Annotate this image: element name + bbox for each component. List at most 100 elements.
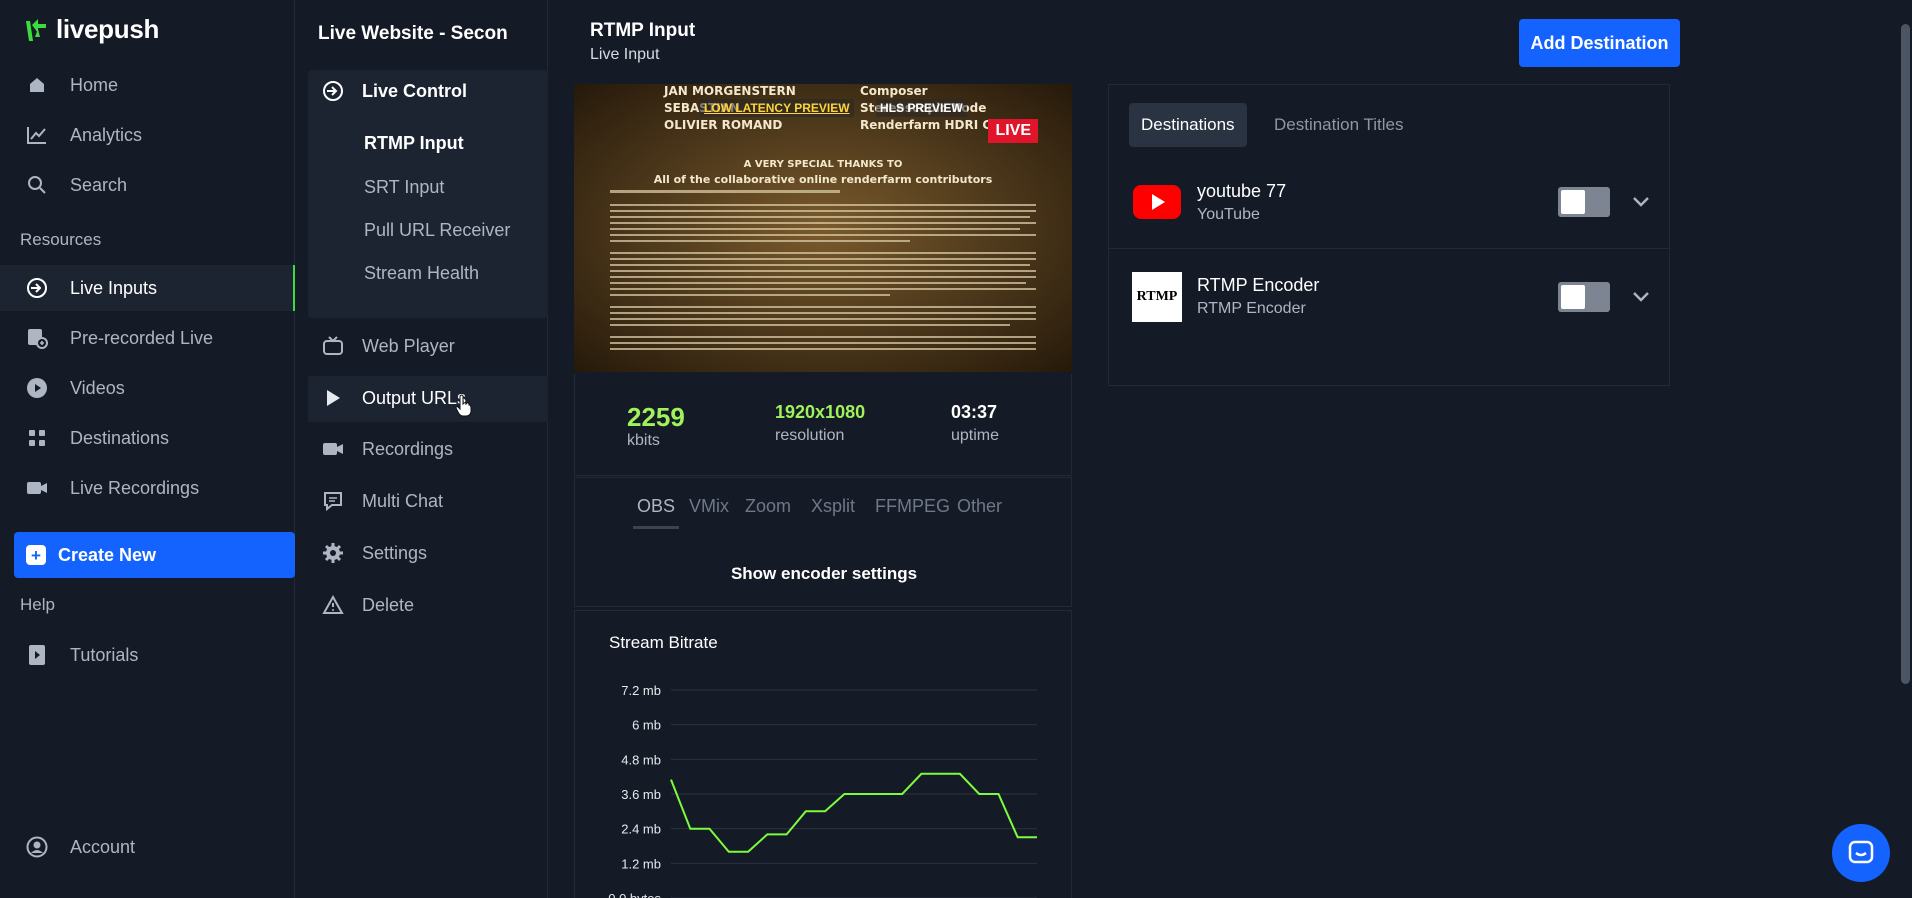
chat-icon xyxy=(322,490,344,512)
subnav-item-settings[interactable]: Settings xyxy=(322,542,427,564)
subnav-item-label: Multi Chat xyxy=(362,490,444,511)
video-preview[interactable]: JAN MORGENSTERN SEBASTIAN OLIVIER ROMAND… xyxy=(574,84,1072,372)
destination-row[interactable]: youtube 77 YouTube xyxy=(1109,155,1669,249)
thanks-subheading: All of the collaborative online renderfa… xyxy=(653,173,993,186)
live-input-icon xyxy=(26,277,48,299)
sidebar-item-pre-recorded-live[interactable]: Pre-recorded Live xyxy=(0,315,295,361)
encoder-tab-zoom[interactable]: Zoom xyxy=(745,496,791,517)
destination-toggle[interactable] xyxy=(1558,282,1610,312)
tab-destinations[interactable]: Destinations xyxy=(1129,103,1247,147)
sidebar-item-label: Home xyxy=(70,74,119,95)
tab-destination-titles[interactable]: Destination Titles xyxy=(1262,103,1415,147)
sidebar-item-videos[interactable]: Videos xyxy=(0,365,295,411)
subnav-item-multi-chat[interactable]: Multi Chat xyxy=(322,490,443,512)
subnav-item-delete[interactable]: Delete xyxy=(322,594,414,616)
encoder-tab-vmix[interactable]: VMix xyxy=(689,496,729,517)
contributor-text-texture xyxy=(610,190,1036,350)
resolution-label: resolution xyxy=(775,427,845,444)
sidebar-item-live-recordings[interactable]: Live Recordings xyxy=(0,465,295,511)
input-name-title: Live Website - Second xyxy=(318,23,508,44)
subnav-item-output-urls[interactable]: Output URLs xyxy=(322,387,466,409)
app-root: livepush Home Analytics Search Resources xyxy=(0,0,1912,898)
recordings-icon xyxy=(322,438,344,460)
brand-logo[interactable]: livepush xyxy=(24,14,159,45)
resources-heading: Resources xyxy=(20,230,102,249)
live-control-header[interactable]: Live Control xyxy=(322,80,467,102)
encoder-tab-xsplit[interactable]: Xsplit xyxy=(811,496,855,517)
subnav-item-stream-health[interactable]: Stream Health xyxy=(364,263,479,284)
create-new-label: Create New xyxy=(58,544,157,565)
sidebar-item-account[interactable]: Account xyxy=(0,824,295,870)
subnav-item-pull-url-receiver[interactable]: Pull URL Receiver xyxy=(364,220,510,241)
destinations-panel: Destinations Destination Titles youtube … xyxy=(1108,84,1670,386)
credit-name: OLIVIER ROMAND xyxy=(664,118,783,132)
y-tick-label: 4.8 mb xyxy=(621,752,661,767)
thanks-heading: A VERY SPECIAL THANKS TO xyxy=(743,159,903,170)
uptime-label: uptime xyxy=(951,427,1000,444)
encoder-tab-obs[interactable]: OBS xyxy=(637,496,675,517)
sidebar-item-label: Live Inputs xyxy=(70,277,158,298)
resolution-value: 1920x1080 xyxy=(775,402,866,422)
subnav-item-label: Web Player xyxy=(362,335,455,356)
sidebar-item-destinations[interactable]: Destinations xyxy=(0,415,295,461)
credit-role: Composer xyxy=(860,84,928,98)
sidebar-item-label: Search xyxy=(70,174,128,195)
destination-name: RTMP Encoder xyxy=(1197,275,1320,295)
chat-bubble-icon xyxy=(1848,840,1874,864)
subnav-item-rtmp-input[interactable]: RTMP Input xyxy=(364,133,464,154)
destination-type: YouTube xyxy=(1197,206,1260,223)
sidebar-item-search[interactable]: Search xyxy=(0,162,295,208)
toggle-knob xyxy=(1561,285,1585,309)
credit-name: JAN MORGENSTERN xyxy=(664,84,796,98)
destination-row[interactable]: RTMP RTMP Encoder RTMP Encoder xyxy=(1109,250,1669,344)
hand-cursor-icon xyxy=(455,394,472,417)
sidebar-item-label: Analytics xyxy=(70,124,143,145)
add-destination-button[interactable]: Add Destination xyxy=(1519,19,1680,67)
stream-stats: 2259 kbits 1920x1080 resolution 03:37 up… xyxy=(574,374,1072,476)
tv-icon xyxy=(322,335,344,357)
chevron-down-icon[interactable] xyxy=(1631,192,1651,212)
hls-preview-link[interactable]: HLS PREVIEW xyxy=(876,99,967,117)
encoder-tab-ffmpeg[interactable]: FFMPEG xyxy=(875,496,950,517)
create-new-button[interactable]: + Create New xyxy=(14,532,295,578)
live-control-label: Live Control xyxy=(362,80,468,101)
encoder-panel: OBS VMix Zoom Xsplit FFMPEG Other Show e… xyxy=(574,477,1072,607)
tutorials-icon xyxy=(26,644,48,666)
page-title: RTMP Input xyxy=(590,20,696,41)
subnav-item-label: Settings xyxy=(362,542,428,563)
help-heading: Help xyxy=(20,595,55,614)
youtube-logo-icon xyxy=(1132,177,1182,227)
sidebar-item-analytics[interactable]: Analytics xyxy=(0,112,295,158)
sidebar-item-home[interactable]: Home xyxy=(0,62,295,108)
contributors-list xyxy=(610,188,1036,372)
subnav-item-label: Delete xyxy=(362,594,415,615)
page-scrollbar[interactable] xyxy=(1901,24,1910,684)
show-encoder-settings-button[interactable]: Show encoder settings xyxy=(575,564,1073,584)
sidebar-item-tutorials[interactable]: Tutorials xyxy=(0,632,295,678)
chevron-down-icon[interactable] xyxy=(1631,287,1651,307)
stream-bitrate-card: Stream Bitrate 7.2 mb 6 mb 4.8 mb 3.6 mb 2.4… xyxy=(574,610,1072,898)
subnav-item-srt-input[interactable]: SRT Input xyxy=(364,177,444,198)
subnav-item-web-player[interactable]: Web Player xyxy=(322,335,455,357)
bitrate-series-line xyxy=(670,772,1037,853)
destination-toggle[interactable] xyxy=(1558,187,1610,217)
live-control-icon xyxy=(322,80,344,102)
sidebar-item-label: Videos xyxy=(70,377,125,398)
output-play-icon xyxy=(322,387,344,409)
sidebar-item-live-inputs[interactable]: Live Inputs xyxy=(0,265,295,311)
subnav-item-label: Output URLs xyxy=(362,387,467,408)
subnav-item-recordings[interactable]: Recordings xyxy=(322,438,453,460)
livepush-logo-icon xyxy=(26,18,46,41)
input-subnav: Live Website - Second Live Control RTMP … xyxy=(296,0,548,898)
low-latency-preview-link[interactable]: LOW LATENCY PREVIEW xyxy=(700,99,854,117)
plus-icon: + xyxy=(26,545,46,565)
y-tick-label: 3.6 mb xyxy=(621,787,661,802)
encoder-tab-other[interactable]: Other xyxy=(957,496,1002,517)
uptime-value: 03:37 xyxy=(951,402,998,422)
y-tick-label: 6 mb xyxy=(632,718,661,733)
gear-icon xyxy=(322,542,344,564)
support-chat-button[interactable] xyxy=(1832,824,1890,882)
brand-name: livepush xyxy=(56,14,160,44)
home-icon xyxy=(26,74,48,96)
rtmp-logo-text: RTMP xyxy=(1136,289,1178,304)
